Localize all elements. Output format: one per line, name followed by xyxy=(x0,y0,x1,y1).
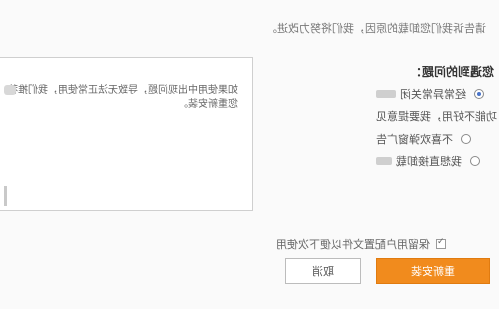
message-panel: 如果使用中出现问题，导致无法正常使用，我们推荐您重新安装。 xyxy=(0,57,253,211)
reason-option-3[interactable]: 不喜欢弹窗广告 xyxy=(376,131,471,147)
intro-text: 请告诉我们您卸载的原因，我们将努力改进。 xyxy=(266,22,486,35)
uninstall-dialog: 请告诉我们您卸载的原因，我们将努力改进。 如果使用中出现问题，导致无法正常使用，… xyxy=(0,0,499,309)
reason-option-2[interactable]: 功能不好用，我要提意见 xyxy=(376,108,499,124)
message-text: 如果使用中出现问题，导致无法正常使用，我们推荐您重新安装。 xyxy=(8,85,238,110)
keep-config-checkbox[interactable] xyxy=(436,237,446,249)
reasons-title: 您遇到的问题： xyxy=(410,65,495,79)
radio-button[interactable] xyxy=(461,134,471,144)
cancel-button[interactable]: 取消 xyxy=(285,258,361,284)
radio-button[interactable] xyxy=(474,89,484,99)
keep-config-option[interactable]: 保留用户配置文件以便下次使用 xyxy=(276,236,446,252)
blurred-mark xyxy=(4,85,16,95)
reason-label: 我想直接卸载 xyxy=(396,155,462,168)
panel-edge xyxy=(4,186,7,206)
cancel-label: 取消 xyxy=(312,265,334,278)
radio-button[interactable] xyxy=(470,156,480,166)
keep-config-label: 保留用户配置文件以便下次使用 xyxy=(276,238,430,251)
reinstall-button[interactable]: 重新安装 xyxy=(376,258,490,284)
reason-label: 不喜欢弹窗广告 xyxy=(376,133,453,146)
blurred-text xyxy=(376,157,392,165)
reason-option-4[interactable]: 我想直接卸载 xyxy=(376,153,480,169)
reason-label: 功能不好用，我要提意见 xyxy=(376,110,497,123)
reason-option-1[interactable]: 经常异常关闭 xyxy=(376,86,484,102)
reinstall-label: 重新安装 xyxy=(411,265,455,278)
blurred-text xyxy=(376,90,396,98)
reason-label: 经常异常关闭 xyxy=(400,88,466,101)
